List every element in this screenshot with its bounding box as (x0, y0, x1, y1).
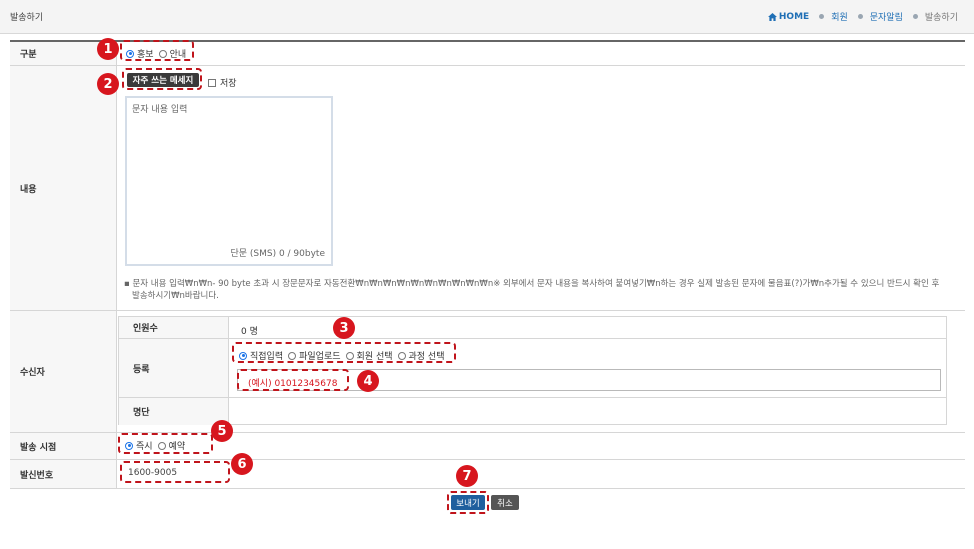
register-label: 등록 (119, 339, 229, 397)
save-checkbox[interactable]: 저장 (208, 76, 237, 89)
byte-counter: 단문 (SMS) 0 / 90byte (230, 249, 325, 259)
home-icon (767, 12, 777, 21)
bullet-icon (912, 14, 918, 19)
count-label: 인원수 (119, 317, 229, 338)
send-time-label: 발송 시점 (10, 433, 117, 459)
breadcrumb-home[interactable]: HOME (767, 11, 810, 22)
sender-label: 발신번호 (10, 460, 117, 488)
breadcrumb-current: 발송하기 (924, 13, 958, 23)
annotation-badge-7: 7 (456, 465, 478, 487)
page-header: 발송하기 HOME 회원 문자알림 발송하기 (0, 0, 974, 34)
breadcrumb-home-label: HOME (778, 11, 810, 22)
highlight-box (447, 491, 489, 514)
breadcrumb-item-member[interactable]: 회원 (831, 10, 848, 23)
highlight-box (120, 461, 230, 483)
notice-line-2: 발송하시기₩n바랍니다. (132, 291, 219, 301)
highlight-box (122, 68, 202, 90)
notice-line-1: ▪ 문자 내용 입력₩n₩n- 90 byte 초과 시 장문문자로 자동전환₩… (124, 279, 940, 289)
highlight-box (232, 342, 456, 363)
breadcrumb-item-sms[interactable]: 문자알림 (870, 10, 903, 23)
recipients-label: 수신자 (10, 311, 117, 432)
highlight-box (120, 40, 194, 61)
highlight-box (118, 433, 213, 454)
bullet-icon (857, 14, 863, 19)
annotation-badge-2: 2 (97, 73, 119, 95)
annotation-badge-5: 5 (211, 420, 233, 442)
list-label: 명단 (119, 398, 229, 425)
highlight-box (237, 369, 349, 391)
page-title: 발송하기 (10, 13, 44, 23)
count-row: 인원수 0 명 (119, 317, 946, 339)
content-label: 내용 (10, 66, 117, 310)
list-row: 명단 (119, 398, 946, 425)
annotation-badge-1: 1 (97, 38, 119, 60)
content-notice: ▪ 문자 내용 입력₩n₩n- 90 byte 초과 시 장문문자로 자동전환₩… (124, 278, 944, 302)
bullet-icon (819, 14, 825, 19)
count-value: 0 명 (241, 327, 258, 337)
message-textarea[interactable]: 문자 내용 입력 단문 (SMS) 0 / 90byte (125, 96, 333, 266)
annotation-badge-6: 6 (231, 453, 253, 475)
annotation-badge-3: 3 (333, 317, 355, 339)
message-placeholder: 문자 내용 입력 (132, 105, 188, 115)
checkbox-icon (208, 78, 216, 87)
cancel-button[interactable]: 취소 (491, 495, 519, 510)
annotation-badge-4: 4 (357, 370, 379, 392)
breadcrumb: HOME 회원 문자알림 발송하기 (767, 10, 958, 23)
